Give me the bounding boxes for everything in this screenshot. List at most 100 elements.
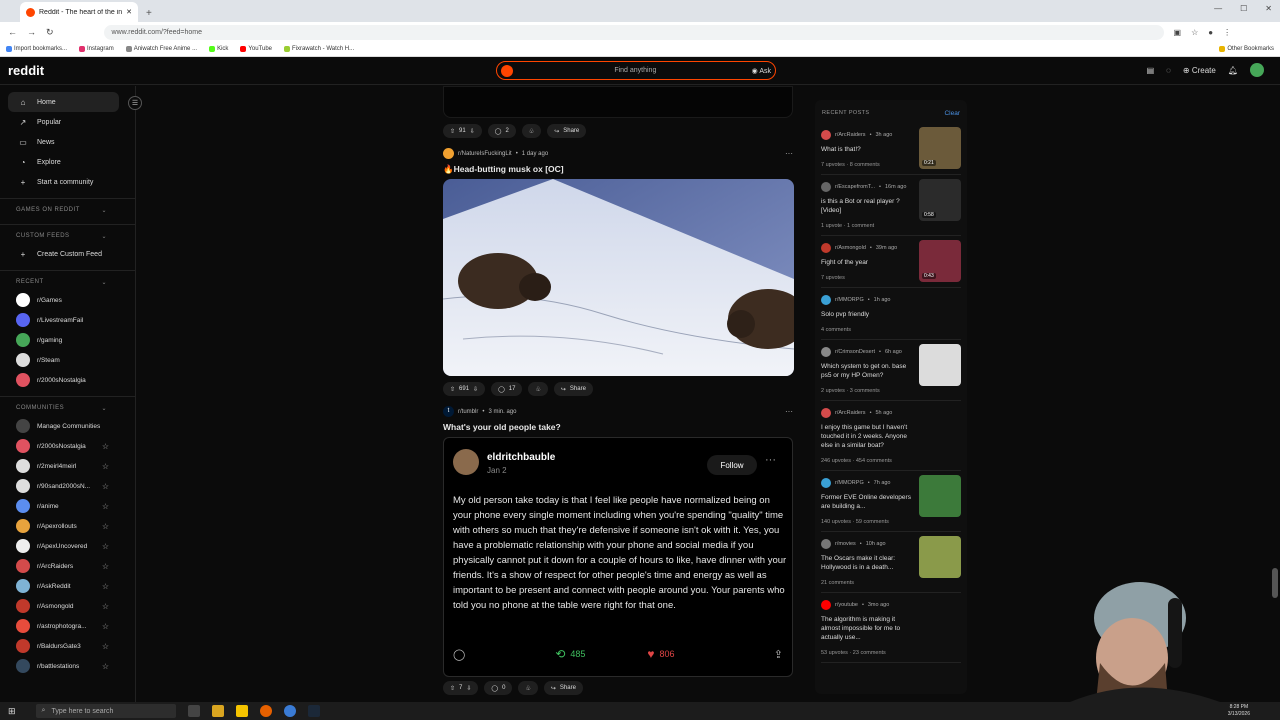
custom-feeds-section-header[interactable]: CUSTOM FEEDS ⌄ [0, 224, 135, 244]
recent-post-title[interactable]: Fight of the year [821, 258, 915, 267]
recent-section-header[interactable]: RECENT ⌄ [0, 270, 135, 290]
sidebar-community-item[interactable]: r/Apexrollouts ☆ [0, 516, 135, 536]
communities-section-header[interactable]: COMMUNITIES ⌄ [0, 396, 135, 416]
scrollbar[interactable] [1272, 568, 1278, 598]
ask-button[interactable]: ◉ Ask [752, 67, 771, 75]
sidebar-community-item[interactable]: r/anime ☆ [0, 496, 135, 516]
share-button[interactable]: ↪ Share [543, 681, 583, 695]
subreddit-name[interactable]: r/youtube [835, 602, 858, 608]
search-bar[interactable]: Find anything ◉ Ask [496, 61, 776, 80]
post-thumbnail[interactable]: 0:21 [919, 127, 961, 169]
favorite-star-icon[interactable]: ☆ [102, 602, 109, 611]
share-button[interactable]: ↪ Share [547, 124, 587, 138]
favorite-star-icon[interactable]: ☆ [102, 582, 109, 591]
nav-news[interactable]: ▭ News [0, 132, 135, 152]
chat-icon[interactable]: ◌ [1166, 66, 1171, 75]
url-field[interactable]: www.reddit.com/?feed=home [103, 24, 1164, 40]
recent-post-title[interactable]: is this a Bot or real player ? [Video] [821, 197, 915, 215]
recent-post-title[interactable]: Solo pvp friendly [821, 310, 915, 319]
previous-post-media[interactable] [443, 86, 793, 118]
sidebar-community-item[interactable]: r/LivestreamFail [0, 310, 135, 330]
collapse-sidebar-button[interactable]: ☰ [128, 96, 142, 110]
other-bookmarks[interactable]: Other Bookmarks [1219, 46, 1274, 52]
taskbar-search-input[interactable]: ⌕ Type here to search [35, 704, 176, 718]
subreddit-link[interactable]: r/NatureIsFuckingLit [458, 151, 512, 157]
recent-post[interactable]: r/ArcRaiders • 3h ago What is that!? 7 upvot… [821, 123, 961, 175]
bookmark-item[interactable]: Fixrawatch - Watch H... [284, 46, 354, 52]
recent-post-title[interactable]: What is that!? [821, 145, 915, 154]
create-button[interactable]: ⊕ Create [1183, 66, 1216, 75]
post-thumbnail[interactable]: 0:58 [919, 179, 961, 221]
sidebar-community-item[interactable]: r/90sand2000sN... ☆ [0, 476, 135, 496]
subreddit-name[interactable]: r/MMORPG [835, 297, 864, 303]
favorite-star-icon[interactable]: ☆ [102, 642, 109, 651]
bookmark-item[interactable]: YouTube [240, 46, 272, 52]
sidebar-community-item[interactable]: r/battlestations ☆ [0, 656, 135, 676]
nav-explore[interactable]: ◔ Explore [0, 152, 135, 172]
recent-post[interactable]: r/EscapefromT... • 16m ago is this a Bot or… [821, 175, 961, 236]
recent-post[interactable]: r/CrimsonDesert • 6h ago Which system to ge… [821, 340, 961, 401]
post-thumbnail[interactable] [919, 344, 961, 386]
subreddit-name[interactable]: r/CrimsonDesert [835, 349, 875, 355]
award-button[interactable]: ♧ [518, 681, 538, 695]
comments-button[interactable]: ◯ 2 [487, 124, 516, 138]
recent-post[interactable]: r/ArcRaiders • 5h ago I enjoy this game but… [821, 401, 961, 471]
close-window-icon[interactable]: ✕ [1265, 4, 1272, 13]
profile-icon[interactable]: ● [1208, 28, 1213, 37]
share-button[interactable]: ↪ Share [553, 382, 593, 396]
manage-communities[interactable]: Manage Communities [0, 416, 135, 436]
games-section-header[interactable]: GAMES ON REDDIT ⌄ [0, 198, 135, 218]
favorite-star-icon[interactable]: ☆ [102, 662, 109, 671]
sidebar-community-item[interactable]: r/BaldursGate3 ☆ [0, 636, 135, 656]
sidebar-community-item[interactable]: r/Asmongold ☆ [0, 596, 135, 616]
file-explorer-icon[interactable] [211, 705, 224, 717]
close-tab-icon[interactable]: ✕ [126, 8, 132, 16]
favorite-star-icon[interactable]: ☆ [102, 502, 109, 511]
windows-start-icon[interactable]: ⊞ [8, 706, 16, 717]
system-clock[interactable]: 8:28 PM 3/13/2026 [1228, 704, 1250, 718]
recent-post[interactable]: r/Asmongold • 39m ago Fight of the year 7 up… [821, 236, 961, 288]
browser-tab[interactable]: Reddit - The heart of the intern ✕ [20, 2, 138, 22]
bookmark-item[interactable]: Kick [209, 46, 228, 52]
award-button[interactable]: ♧ [521, 124, 542, 138]
vote-control[interactable]: ⇧ 691 ⇩ [443, 382, 486, 396]
sidebar-community-item[interactable]: r/gaming [0, 330, 135, 350]
nav-start-community[interactable]: + Start a community [0, 172, 135, 192]
subreddit-name[interactable]: r/ArcRaiders [835, 410, 866, 416]
sidebar-community-item[interactable]: r/AskReddit ☆ [0, 576, 135, 596]
comments-button[interactable]: ◯ 17 [491, 382, 523, 396]
reddit-logo[interactable]: reddit [8, 63, 44, 78]
clear-button[interactable]: Clear [944, 110, 960, 117]
subreddit-link[interactable]: r/tumblr [458, 409, 478, 415]
reload-icon[interactable]: ↻ [46, 27, 54, 38]
tumblr-post-card[interactable]: eldritchbauble Jan 2 Follow ··· My old p… [443, 437, 793, 677]
nav-home[interactable]: ⌂ Home [8, 92, 119, 112]
recent-post[interactable]: r/movies • 10h ago The Oscars make it clear… [821, 532, 961, 593]
menu-icon[interactable]: ⋮ [1223, 28, 1231, 37]
favorite-star-icon[interactable]: ☆ [102, 542, 109, 551]
subreddit-name[interactable]: r/ArcRaiders [835, 132, 866, 138]
post-thumbnail[interactable] [919, 475, 961, 517]
sidebar-community-item[interactable]: r/astrophotogra... ☆ [0, 616, 135, 636]
recent-post-title[interactable]: I enjoy this game but I haven't touched … [821, 423, 915, 450]
subreddit-name[interactable]: r/Asmongold [835, 245, 866, 251]
notifications-icon[interactable]: 🔔︎ [1228, 66, 1238, 75]
sidebar-community-item[interactable]: r/Steam [0, 350, 135, 370]
nav-popular[interactable]: ↗ Popular [0, 112, 135, 132]
bookmark-star-icon[interactable]: ☆ [1191, 28, 1198, 37]
recent-post-title[interactable]: Former EVE Online developers are buildin… [821, 493, 915, 511]
favorite-star-icon[interactable]: ☆ [102, 622, 109, 631]
chrome-icon[interactable] [283, 705, 296, 717]
sidebar-community-item[interactable]: r/2meirl4meirl ☆ [0, 456, 135, 476]
favorite-star-icon[interactable]: ☆ [102, 562, 109, 571]
award-button[interactable]: ♧ [528, 382, 548, 396]
vote-control[interactable]: ⇧ 7 ⇩ [443, 681, 479, 695]
maximize-icon[interactable]: ☐ [1240, 4, 1247, 13]
create-custom-feed[interactable]: + Create Custom Feed [0, 244, 135, 264]
subreddit-name[interactable]: r/MMORPG [835, 480, 864, 486]
recent-post[interactable]: r/MMORPG • 1h ago Solo pvp friendly 4 commen… [821, 288, 961, 340]
post-thumbnail[interactable]: 0:43 [919, 240, 961, 282]
favorite-star-icon[interactable]: ☆ [102, 482, 109, 491]
sidebar-community-item[interactable]: r/2000sNostalgia [0, 370, 135, 390]
post-title[interactable]: What's your old people take? [443, 422, 561, 432]
